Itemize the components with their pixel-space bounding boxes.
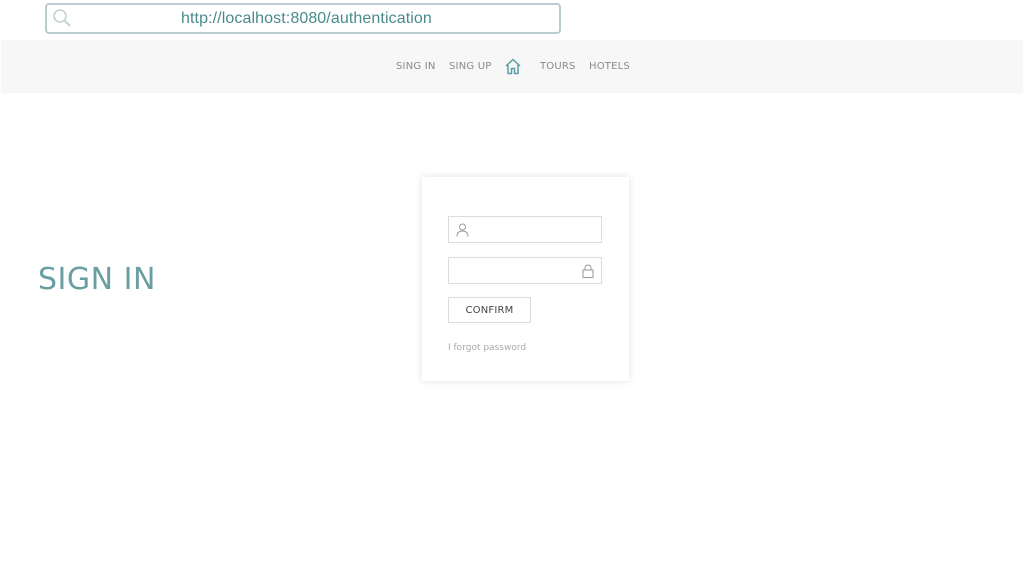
nav-sign-in-link[interactable]: SING IN [396, 61, 436, 72]
password-input[interactable] [449, 258, 601, 283]
top-navigation: SING IN SING UP TOURS HOTELS [1, 40, 1023, 93]
lock-icon [582, 264, 594, 278]
home-icon[interactable] [504, 58, 522, 75]
address-bar[interactable]: http://localhost:8080/authentication [45, 3, 561, 34]
page: http://localhost:8080/authentication SIN… [0, 0, 1024, 574]
forgot-password-link[interactable]: I forgot password [448, 343, 526, 353]
nav-sign-up-link[interactable]: SING UP [449, 61, 491, 72]
address-url[interactable]: http://localhost:8080/authentication [181, 10, 432, 28]
username-input[interactable] [449, 217, 601, 242]
login-card: CONFIRM I forgot password [422, 177, 629, 381]
username-field[interactable] [448, 216, 602, 243]
nav-hotels-link[interactable]: HOTELS [589, 61, 630, 72]
confirm-button[interactable]: CONFIRM [448, 297, 531, 323]
page-title: SIGN IN [38, 262, 156, 297]
search-icon [53, 9, 71, 27]
nav-tours-link[interactable]: TOURS [540, 61, 576, 72]
password-field[interactable] [448, 257, 602, 284]
